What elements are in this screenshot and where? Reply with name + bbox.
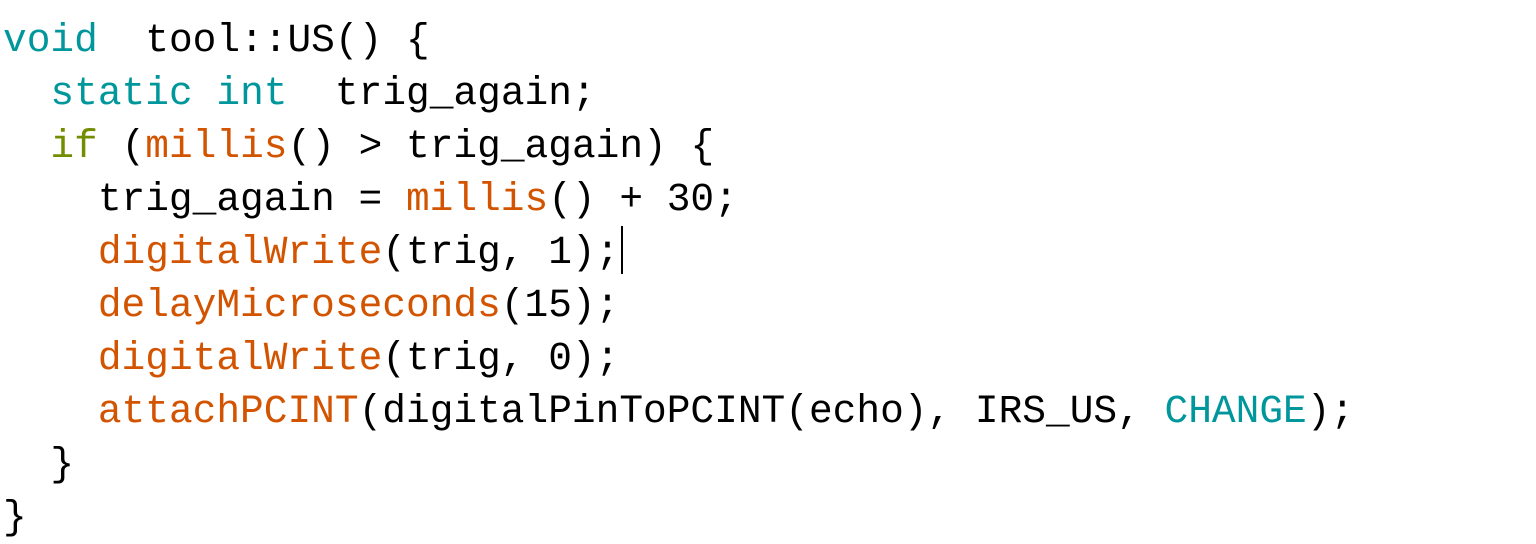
code-line[interactable]: digitalWrite(trig, 0); xyxy=(3,332,1354,385)
code-token-keyword: int xyxy=(216,71,288,116)
code-token-function: attachPCINT xyxy=(97,389,359,434)
code-token-plain: } xyxy=(3,442,75,487)
code-token-function: delayMicroseconds xyxy=(97,283,501,328)
code-token-plain: ( xyxy=(97,124,146,169)
code-token-plain: (15); xyxy=(500,283,620,328)
code-line[interactable]: delayMicroseconds(15); xyxy=(3,279,1354,332)
code-editor[interactable]: void tool::US() { static int trig_again;… xyxy=(0,0,1536,540)
code-token-plain: ); xyxy=(1306,389,1355,434)
code-token-plain: tool::US() { xyxy=(97,18,430,63)
code-token-plain: trig_again; xyxy=(287,71,596,116)
code-text-area[interactable]: void tool::US() { static int trig_again;… xyxy=(3,14,1354,544)
code-token-keyword: static xyxy=(50,71,193,116)
text-cursor xyxy=(621,225,624,274)
code-token-constant: CHANGE xyxy=(1164,389,1307,434)
code-token-plain: trig_again = xyxy=(3,177,406,222)
code-token-plain: () + 30; xyxy=(548,177,738,222)
code-line[interactable]: } xyxy=(3,438,1354,491)
code-token-plain: (trig, 0); xyxy=(382,336,620,381)
code-line[interactable]: trig_again = millis() + 30; xyxy=(3,173,1354,226)
code-token-plain: () > trig_again) { xyxy=(287,124,715,169)
code-token-function: digitalWrite xyxy=(97,230,383,275)
code-token-function: millis xyxy=(405,177,549,222)
code-token-plain: } xyxy=(3,495,27,540)
code-token-control: if xyxy=(50,124,98,169)
code-token-keyword: void xyxy=(3,18,98,63)
code-line[interactable]: static int trig_again; xyxy=(3,67,1354,120)
code-token-plain: (trig, 1); xyxy=(382,230,620,275)
code-token-function: millis xyxy=(145,124,288,169)
code-token-plain: (digitalPinToPCINT(echo), IRS_US, xyxy=(358,389,1165,434)
code-line[interactable]: void tool::US() { xyxy=(3,14,1354,67)
code-line[interactable]: digitalWrite(trig, 1); xyxy=(3,225,1354,279)
code-line[interactable]: if (millis() > trig_again) { xyxy=(3,120,1354,173)
code-token-function: digitalWrite xyxy=(97,336,383,381)
code-line[interactable]: } xyxy=(3,491,1354,544)
code-line[interactable]: attachPCINT(digitalPinToPCINT(echo), IRS… xyxy=(3,385,1354,438)
